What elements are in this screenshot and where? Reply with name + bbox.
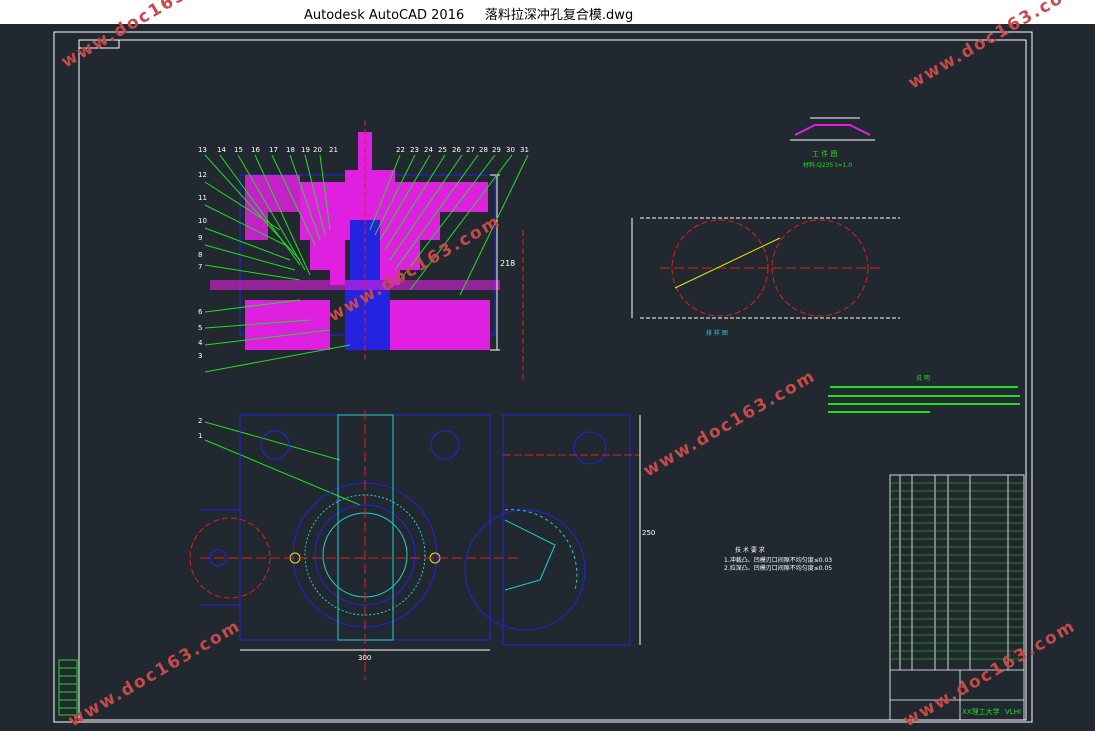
svg-text:7: 7 — [198, 263, 202, 271]
tech-line1: 1.冲裁凸、凹模刃口间隙不均匀度≤0.03 — [724, 556, 832, 564]
svg-text:12: 12 — [198, 171, 207, 179]
svg-text:25: 25 — [438, 146, 447, 154]
svg-text:15: 15 — [234, 146, 243, 154]
svg-text:18: 18 — [286, 146, 295, 154]
svg-text:16: 16 — [251, 146, 260, 154]
drawing-frame — [53, 31, 1033, 723]
svg-text:31: 31 — [520, 146, 529, 154]
svg-text:10: 10 — [198, 217, 207, 225]
svg-text:22: 22 — [396, 146, 405, 154]
svg-text:26: 26 — [452, 146, 461, 154]
tech-title: 技 术 要 求 — [735, 546, 765, 554]
svg-text:2: 2 — [198, 417, 202, 425]
svg-text:5: 5 — [198, 324, 202, 332]
svg-text:17: 17 — [269, 146, 278, 154]
parts-list-rows — [890, 482, 1024, 660]
part-drawing — [790, 117, 875, 141]
svg-text:21: 21 — [329, 146, 338, 154]
notes-block — [828, 386, 1020, 413]
tech-line2: 2.拉深凸、凹模刃口间隙不均匀度≤0.05 — [724, 564, 832, 572]
part-material: 材料:Q235 t=1.0 — [803, 161, 852, 169]
window-title: Autodesk AutoCAD 2016 落料拉深冲孔复合模.dwg — [304, 8, 634, 23]
svg-text:24: 24 — [424, 146, 433, 154]
svg-text:19: 19 — [301, 146, 310, 154]
height-dimension: 218 — [500, 259, 515, 268]
svg-text:29: 29 — [492, 146, 501, 154]
svg-text:30: 30 — [506, 146, 515, 154]
strip-label: 排 样 图 — [706, 329, 728, 337]
svg-text:20: 20 — [313, 146, 322, 154]
title-block-school: XX理工大学 — [962, 707, 1000, 716]
part-label: 工 件 图 — [812, 149, 837, 158]
svg-text:8: 8 — [198, 251, 202, 259]
left-strip-table — [58, 659, 78, 716]
svg-text:13: 13 — [198, 146, 207, 154]
svg-text:9: 9 — [198, 234, 202, 242]
width-dimension: 300 — [358, 654, 371, 662]
side-view — [464, 414, 641, 646]
cad-drawing[interactable]: 218 13 14 15 16 17 18 19 20 21 22 23 24 … — [0, 24, 1095, 725]
svg-text:3: 3 — [198, 352, 202, 360]
svg-text:11: 11 — [198, 194, 207, 202]
svg-text:6: 6 — [198, 308, 203, 316]
svg-text:28: 28 — [479, 146, 488, 154]
side-dimension: 250 — [642, 529, 655, 537]
svg-text:14: 14 — [217, 146, 226, 154]
drawing-canvas[interactable]: 218 13 14 15 16 17 18 19 20 21 22 23 24 … — [0, 0, 1095, 731]
svg-text:1: 1 — [198, 432, 202, 440]
svg-text:27: 27 — [466, 146, 475, 154]
notes-title: 说 明 — [916, 374, 930, 382]
strip-layout — [631, 217, 900, 319]
svg-text:23: 23 — [410, 146, 419, 154]
svg-text:4: 4 — [198, 339, 203, 347]
title-block-code: VLHI — [1005, 708, 1021, 716]
